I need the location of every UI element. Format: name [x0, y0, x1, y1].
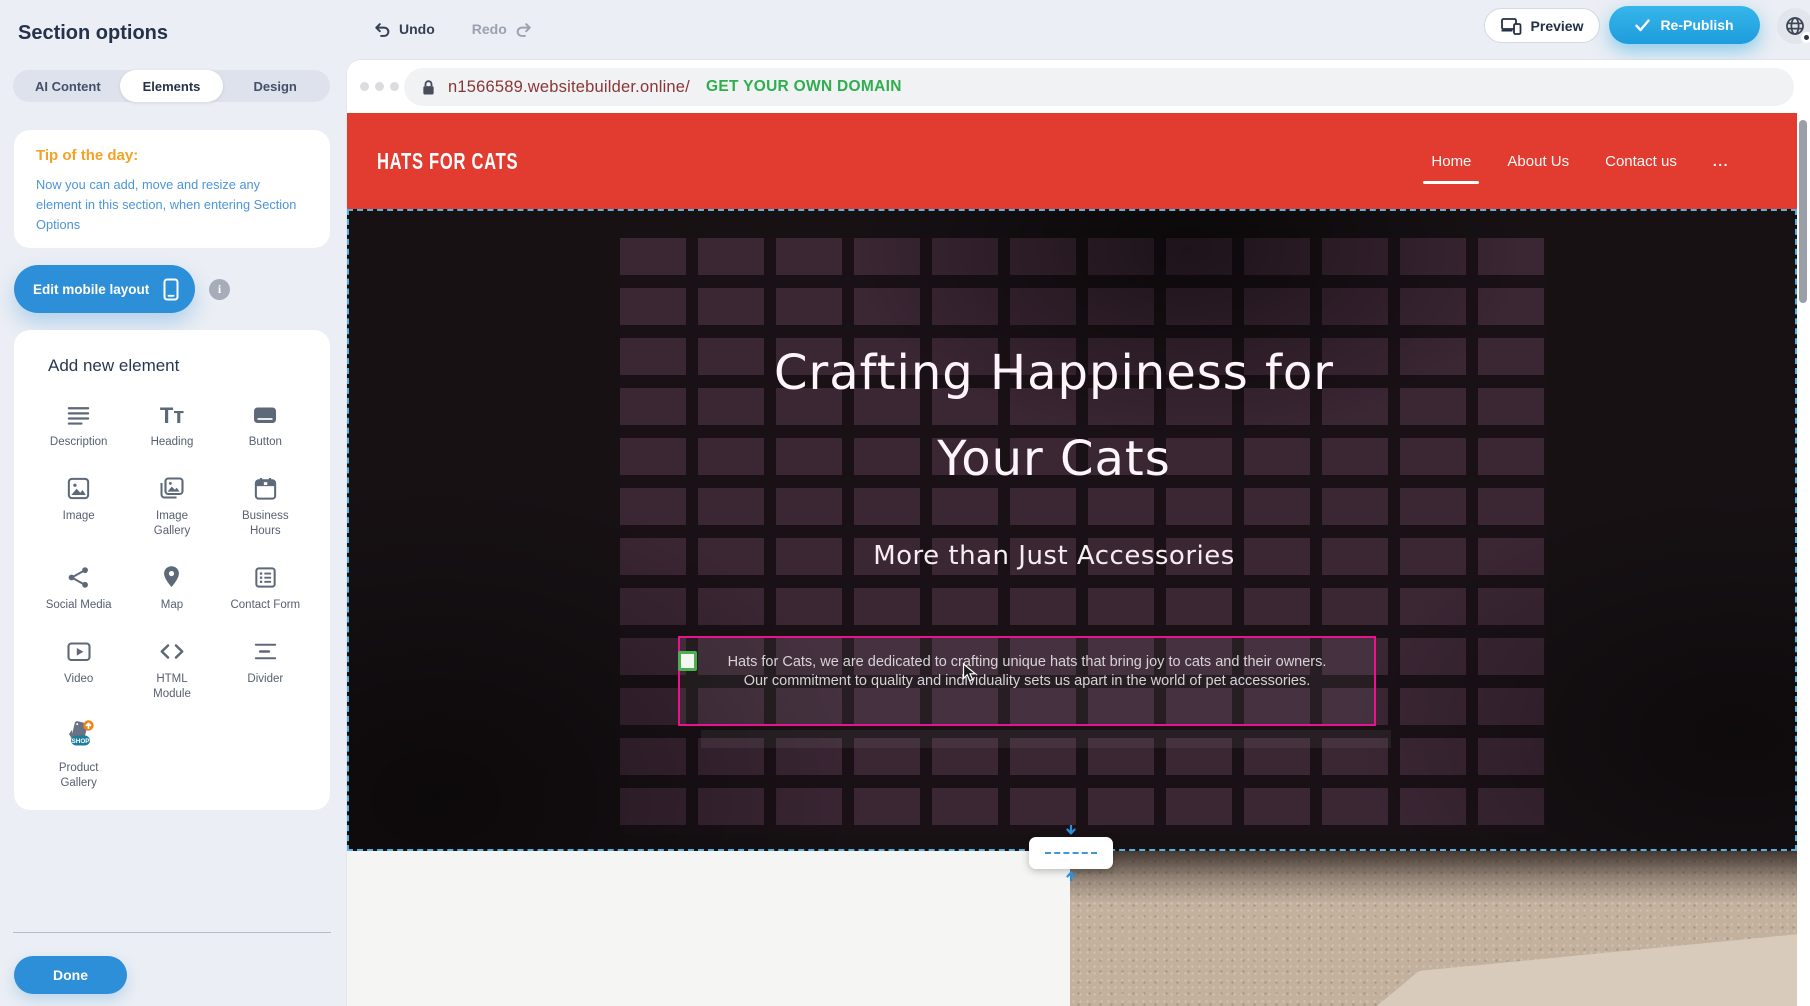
site-header: HATS FOR CATS Home About Us Contact us .… [347, 113, 1797, 209]
tip-of-the-day-card: Tip of the day: Now you can add, move an… [14, 130, 330, 248]
element-image[interactable]: Image [32, 470, 125, 539]
nav-home[interactable]: Home [1429, 147, 1473, 176]
tip-body: Now you can add, move and resize any ele… [36, 175, 308, 234]
element-grid: Description Tт Heading Button Image [32, 396, 312, 791]
site-canvas: HATS FOR CATS Home About Us Contact us .… [347, 113, 1797, 1006]
preview-label: Preview [1531, 18, 1584, 34]
element-social-media[interactable]: Social Media [32, 559, 125, 613]
element-html-module[interactable]: HTML Module [125, 633, 218, 702]
site-preview-window: n1566589.websitebuilder.online/ GET YOUR… [347, 60, 1810, 1006]
language-globe-button[interactable] [1777, 8, 1810, 44]
hero-heading-line1: Crafting Happiness for [349, 330, 1759, 416]
element-description[interactable]: Description [32, 396, 125, 450]
product-gallery-icon: SHOP [61, 722, 97, 754]
get-domain-link[interactable]: GET YOUR OWN DOMAIN [706, 78, 902, 96]
selected-description-element[interactable]: Hats for Cats, we are dedicated to craft… [678, 636, 1376, 726]
button-icon [251, 396, 279, 428]
nav-about-us[interactable]: About Us [1505, 147, 1571, 176]
element-image-gallery[interactable]: Image Gallery [125, 470, 218, 539]
tab-design[interactable]: Design [223, 73, 327, 99]
nav-contact-us[interactable]: Contact us [1603, 147, 1679, 176]
contact-form-icon [252, 559, 279, 591]
hero-heading[interactable]: Crafting Happiness for Your Cats [349, 330, 1759, 502]
arrow-down-icon [1065, 825, 1077, 837]
element-video[interactable]: Video [32, 633, 125, 702]
arrow-up-icon [1065, 869, 1077, 881]
redo-button[interactable]: Redo [472, 20, 534, 38]
description-icon [65, 396, 92, 428]
address-bar[interactable]: n1566589.websitebuilder.online/ GET YOUR… [404, 68, 1794, 106]
edit-mobile-layout-button[interactable]: Edit mobile layout [14, 265, 195, 313]
stone-paving-photo [1070, 851, 1797, 1006]
description-line2: Our commitment to quality and individual… [680, 672, 1374, 691]
section-resize-handle[interactable] [1029, 837, 1113, 869]
preview-scrollbar[interactable] [1799, 120, 1807, 303]
tip-title: Tip of the day: [36, 147, 308, 164]
business-hours-icon [252, 470, 279, 502]
social-media-icon [65, 559, 92, 591]
element-heading[interactable]: Tт Heading [125, 396, 218, 450]
undo-icon [372, 20, 392, 38]
tab-ai-content[interactable]: AI Content [16, 73, 120, 99]
edit-mobile-label: Edit mobile layout [33, 282, 149, 297]
element-map[interactable]: Map [125, 559, 218, 613]
sidebar-tabs: AI Content Elements Design [13, 70, 330, 102]
hero-heading-line2: Your Cats [349, 416, 1759, 502]
paving-slab-highlight [1377, 928, 1797, 1006]
sidebar-divider [13, 932, 331, 933]
nav-more-button[interactable]: ... [1711, 147, 1731, 175]
element-divider[interactable]: Divider [219, 633, 312, 702]
republish-button[interactable]: Re-Publish [1609, 6, 1760, 44]
window-control-dots [360, 82, 399, 91]
mobile-phone-icon [163, 278, 179, 301]
resize-dash-line [1045, 852, 1097, 854]
section-options-sidebar: AI Content Elements Design Tip of the da… [0, 0, 347, 1006]
redo-label: Redo [472, 21, 507, 37]
add-panel-title: Add new element [48, 356, 312, 376]
image-gallery-icon [157, 470, 186, 502]
element-product-gallery[interactable]: SHOP Product Gallery [32, 722, 125, 791]
selected-hero-section[interactable]: Crafting Happiness for Your Cats More th… [347, 209, 1797, 851]
element-button[interactable]: Button [219, 396, 312, 450]
tab-elements[interactable]: Elements [120, 70, 224, 102]
undo-label: Undo [399, 21, 435, 37]
html-module-icon [158, 633, 186, 665]
republish-label: Re-Publish [1660, 17, 1733, 33]
done-button[interactable]: Done [14, 956, 127, 994]
element-placeholder-bar [701, 730, 1391, 748]
preview-devices-icon [1501, 17, 1522, 35]
divider-icon [252, 633, 279, 665]
map-pin-icon [158, 559, 185, 591]
history-controls: Undo Redo [372, 15, 534, 43]
redo-icon [514, 20, 534, 38]
element-business-hours[interactable]: Business Hours [219, 470, 312, 539]
hero-subheading[interactable]: More than Just Accessories [349, 536, 1759, 576]
element-contact-form[interactable]: Contact Form [219, 559, 312, 613]
svg-text:Tт: Tт [160, 403, 184, 428]
drag-handle-green[interactable] [678, 651, 697, 671]
preview-button[interactable]: Preview [1484, 8, 1600, 43]
add-new-element-panel: Add new element Description Tт Heading B… [14, 330, 330, 810]
site-nav: Home About Us Contact us ... [1429, 113, 1731, 209]
site-logo[interactable]: HATS FOR CATS [377, 148, 518, 175]
svg-text:SHOP: SHOP [71, 737, 90, 744]
site-url: n1566589.websitebuilder.online/ [448, 78, 690, 97]
image-icon [65, 470, 92, 502]
check-icon [1635, 19, 1650, 32]
heading-icon: Tт [157, 396, 187, 428]
globe-notification-dot [1801, 32, 1810, 43]
undo-button[interactable]: Undo [372, 20, 435, 38]
lock-icon [421, 79, 436, 96]
description-line1: Hats for Cats, we are dedicated to craft… [680, 653, 1374, 672]
browser-chrome: n1566589.websitebuilder.online/ GET YOUR… [347, 60, 1810, 113]
info-icon[interactable]: i [209, 279, 230, 300]
video-icon [65, 633, 93, 665]
